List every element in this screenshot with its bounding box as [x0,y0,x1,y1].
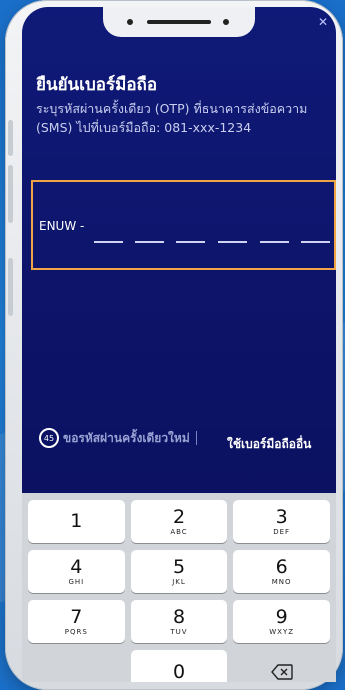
key-digit: 2 [172,506,186,528]
close-icon[interactable]: ✕ [318,15,328,29]
otp-digit-slot[interactable] [94,241,123,243]
phone-frame: ✕ ยืนยันเบอร์มือถือ ระบุรหัสผ่านครั้งเดี… [5,0,343,690]
resend-otp-label: ขอรหัสผ่านครั้งเดียวใหม่ [63,430,190,445]
numeric-keypad: 1 2 ABC 3 DEF 4 GHI 5 JKL 6 MNO 7 PQRS 8 TUV 9W… [22,493,336,682]
resend-otp-button[interactable]: 45 ขอรหัสผ่านครั้งเดียวใหม่ [39,428,197,448]
key-digit: 4 [70,556,83,578]
camera-dot [127,19,133,25]
key-6[interactable]: 6 MNO [233,550,330,593]
key-blank [28,650,125,682]
phone-side-button [8,120,13,156]
key-9[interactable]: 9 WXYZ [233,600,330,643]
backspace-key[interactable] [233,650,330,682]
key-5[interactable]: 5 JKL [130,550,228,593]
backspace-icon [270,663,293,680]
otp-input-box[interactable]: ENUW - [31,180,336,270]
otp-digit-slot[interactable] [176,241,205,243]
key-digit: 9 [275,606,288,628]
key-2[interactable]: 2 ABC [130,500,228,543]
otp-digit-slot[interactable] [218,241,247,243]
key-letters: GHI [68,578,85,586]
sensor-dot [223,19,229,25]
key-3[interactable]: 3 DEF [233,500,330,543]
otp-digit-slot[interactable] [135,241,164,243]
key-digit: 1 [70,510,83,532]
countdown-timer-icon: 45 [39,428,59,448]
key-letters: JKL [172,578,186,586]
otp-digit-slot[interactable] [260,241,289,243]
key-7[interactable]: 7 PQRS [28,600,125,643]
key-digit: 5 [172,556,186,578]
key-digit: 0 [172,660,186,682]
key-letters: WXYZ [269,628,295,636]
use-other-number-link[interactable]: ใช้เบอร์มือถืออื่น [227,435,311,454]
key-letters: TUV [170,628,188,636]
key-1[interactable]: 1 [28,500,125,543]
key-8[interactable]: 8 TUV [130,600,228,643]
key-digit: 8 [172,606,186,628]
otp-ref-prefix: ENUW - [39,219,85,233]
phone-notch [103,7,255,37]
divider [195,431,197,445]
key-letters: DEF [273,528,291,536]
otp-instructions: ระบุรหัสผ่านครั้งเดียว (OTP) ที่ธนาคารส่… [36,101,308,135]
key-digit: 7 [70,606,83,628]
key-letters: PQRS [64,628,88,636]
app-screen: ✕ ยืนยันเบอร์มือถือ ระบุรหัสผ่านครั้งเดี… [22,7,336,682]
phone-side-button [8,165,13,223]
key-0[interactable]: 0 [130,650,228,682]
speaker-bar [147,20,211,24]
key-digit: 3 [275,506,288,528]
key-letters: ABC [170,528,188,536]
otp-digit-slot[interactable] [301,241,330,243]
phone-side-button [8,258,13,316]
key-digit: 6 [275,556,288,578]
page-title: ยืนยันเบอร์มือถือ [36,75,158,95]
key-letters: MNO [271,578,292,586]
key-4[interactable]: 4 GHI [28,550,125,593]
